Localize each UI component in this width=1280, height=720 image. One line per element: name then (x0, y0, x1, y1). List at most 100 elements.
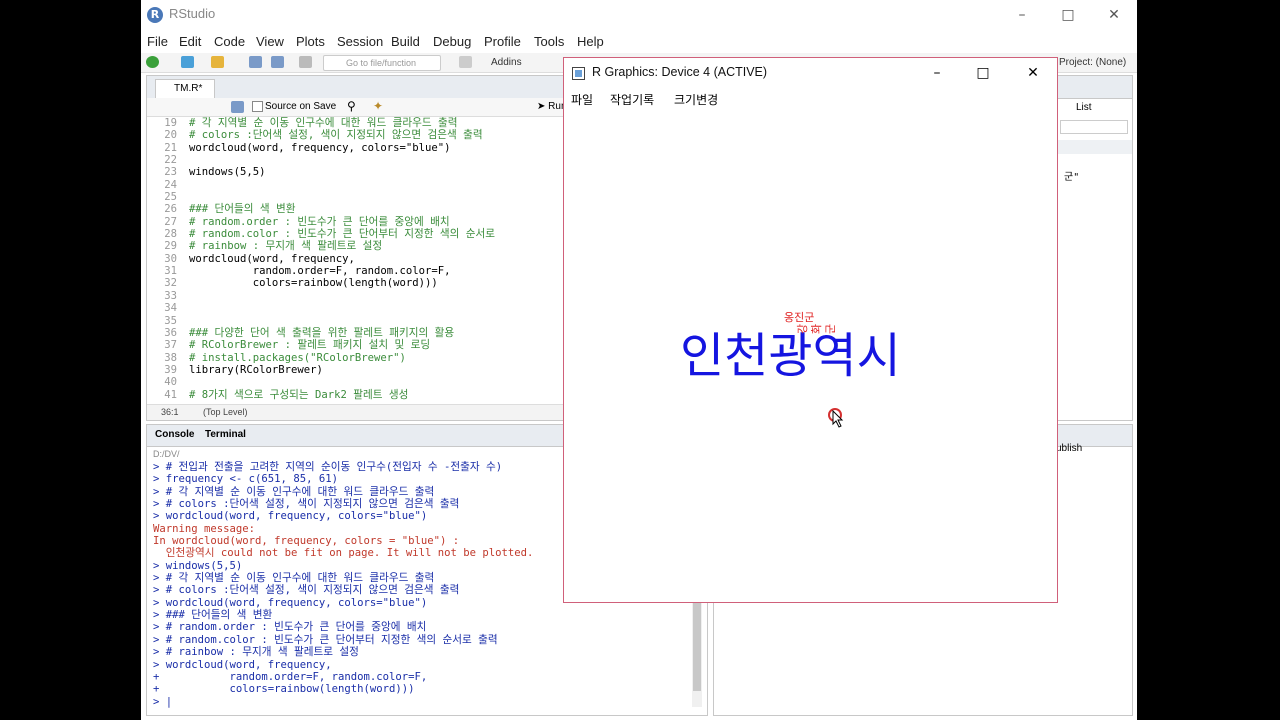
rstudio-logo-icon: R (147, 7, 163, 23)
code-text: # rainbow : 무지개 색 팔레트로 설정 (189, 240, 383, 253)
working-directory[interactable]: D:/DV/ (153, 449, 180, 459)
graphics-menu-file[interactable]: 파일 (571, 91, 593, 108)
line-number: 41 (164, 388, 177, 401)
publish-button[interactable]: ublish (1056, 443, 1082, 454)
menu-bar: File Edit Code View Plots Session Build … (141, 31, 1137, 53)
word-small-2: 강화군 (796, 323, 837, 334)
code-text: random.order=F, random.color=F, (189, 265, 451, 278)
graphics-window-icon (572, 67, 585, 80)
scope-indicator[interactable]: (Top Level) (203, 407, 248, 417)
line-number: 31 (164, 265, 177, 278)
console-line: > | (153, 695, 173, 708)
line-number: 25 (164, 191, 177, 204)
close-button[interactable]: ✕ (1091, 0, 1137, 30)
line-number: 26 (164, 203, 177, 216)
console-line: > wordcloud(word, frequency, (153, 658, 332, 671)
code-text: wordcloud(word, frequency, colors="blue"… (189, 141, 451, 154)
graphics-menu-history[interactable]: 작업기록 (610, 91, 654, 108)
graphics-window-title: R Graphics: Device 4 (ACTIVE) (592, 65, 768, 79)
code-text: # 8가지 색으로 구성되는 Dark2 팔레트 생성 (189, 388, 409, 401)
code-text: ### 단어들의 색 변환 (189, 203, 296, 216)
environment-search-input[interactable] (1060, 120, 1128, 134)
graphics-menu-resize[interactable]: 크기변경 (674, 91, 718, 108)
line-number: 35 (164, 314, 177, 327)
tab-terminal[interactable]: Terminal (205, 429, 246, 440)
save-icon[interactable] (249, 56, 262, 68)
tab-console[interactable]: Console (155, 429, 194, 440)
line-number: 28 (164, 228, 177, 241)
window-title: RStudio (169, 6, 216, 21)
environment-value: 군" (1064, 172, 1080, 183)
line-number: 21 (164, 141, 177, 154)
magic-wand-icon[interactable]: ✦ (373, 99, 383, 113)
graphics-minimize-button[interactable]: – (914, 58, 960, 89)
code-text: # install.packages("RColorBrewer") (189, 351, 406, 364)
code-text: # random.order : 빈도수가 큰 단어를 중앙에 배치 (189, 215, 450, 228)
code-text: library(RColorBrewer) (189, 363, 323, 376)
project-menu[interactable]: Project: (None) (1059, 57, 1126, 68)
open-file-icon[interactable] (211, 56, 224, 68)
code-text: colors=rainbow(length(word))) (189, 277, 438, 290)
line-number: 36 (164, 326, 177, 339)
source-on-save-checkbox[interactable] (252, 101, 263, 112)
menu-plots[interactable]: Plots (296, 34, 325, 49)
save-all-icon[interactable] (271, 56, 284, 68)
graphics-menu-bar: 파일 작업기록 크기변경 (564, 89, 1057, 109)
list-view-menu[interactable]: List (1076, 102, 1092, 113)
source-on-save-label: Source on Save (265, 101, 337, 112)
console-line: > # random.order : 빈도수가 큰 단어를 중앙에 배치 (153, 621, 427, 634)
word-main: 인천광역시 (680, 328, 901, 384)
line-number: 22 (164, 154, 177, 167)
console-line: + colors=rainbow(length(word))) (153, 683, 415, 696)
new-file-icon[interactable] (146, 56, 159, 68)
line-number: 39 (164, 363, 177, 376)
graphics-close-button[interactable]: ✕ (1010, 58, 1056, 89)
menu-tools[interactable]: Tools (534, 34, 564, 49)
menu-file[interactable]: File (147, 34, 168, 49)
print-icon[interactable] (299, 56, 312, 68)
goto-file-input[interactable]: Go to file/function (323, 55, 441, 71)
line-number: 38 (164, 351, 177, 364)
console-scroll-thumb[interactable] (693, 591, 701, 691)
line-number: 19 (164, 117, 177, 129)
line-number: 34 (164, 302, 177, 315)
minimize-button[interactable]: – (999, 0, 1045, 30)
r-graphics-window: R Graphics: Device 4 (ACTIVE) – □ ✕ 파일 작… (563, 57, 1058, 603)
code-text: wordcloud(word, frequency, (189, 252, 355, 265)
menu-help[interactable]: Help (577, 34, 604, 49)
menu-view[interactable]: View (256, 34, 284, 49)
code-text: # random.color : 빈도수가 큰 단어부터 지정한 색의 순서로 (189, 228, 496, 241)
line-number: 33 (164, 289, 177, 302)
title-bar: R RStudio – □ ✕ (141, 0, 1137, 30)
line-number: 23 (164, 166, 177, 179)
console-line: > ### 단어들의 색 변환 (153, 609, 273, 622)
addins-menu[interactable]: Addins (491, 57, 522, 68)
graphics-maximize-button[interactable]: □ (960, 58, 1006, 89)
tab-tm-r[interactable]: TM.R* (155, 79, 215, 98)
code-text: ### 다양한 단어 색 출력을 위한 팔레트 패키지의 활용 (189, 326, 455, 339)
editor-save-icon[interactable] (231, 101, 244, 113)
line-number: 40 (164, 376, 177, 389)
menu-build[interactable]: Build (391, 34, 420, 49)
console-line: > # random.color : 빈도수가 큰 단어부터 지정한 색의 순서… (153, 633, 498, 646)
menu-edit[interactable]: Edit (179, 34, 201, 49)
graphics-title-bar: R Graphics: Device 4 (ACTIVE) – □ ✕ (564, 58, 1057, 89)
menu-profile[interactable]: Profile (484, 34, 521, 49)
grid-layout-icon[interactable] (459, 56, 472, 68)
new-project-icon[interactable] (181, 56, 194, 68)
line-number: 30 (164, 252, 177, 265)
code-text: # 각 지역별 순 이동 인구수에 대한 워드 클라우드 출력 (189, 117, 458, 129)
code-text: # RColorBrewer : 팔레트 패키지 설치 및 로딩 (189, 339, 431, 352)
console-line: > # rainbow : 무지개 색 팔레트로 설정 (153, 646, 359, 659)
code-text: windows(5,5) (189, 166, 266, 179)
search-icon[interactable]: ⚲ (347, 99, 356, 113)
menu-session[interactable]: Session (337, 34, 383, 49)
menu-debug[interactable]: Debug (433, 34, 471, 49)
line-number: 24 (164, 178, 177, 191)
maximize-button[interactable]: □ (1045, 0, 1091, 30)
menu-code[interactable]: Code (214, 34, 245, 49)
cursor-position: 36:1 (161, 407, 179, 417)
code-text: # colors :단어색 설정, 색이 지정되지 않으면 검은색 출력 (189, 129, 483, 142)
line-number: 27 (164, 215, 177, 228)
mouse-pointer-icon (832, 410, 844, 428)
